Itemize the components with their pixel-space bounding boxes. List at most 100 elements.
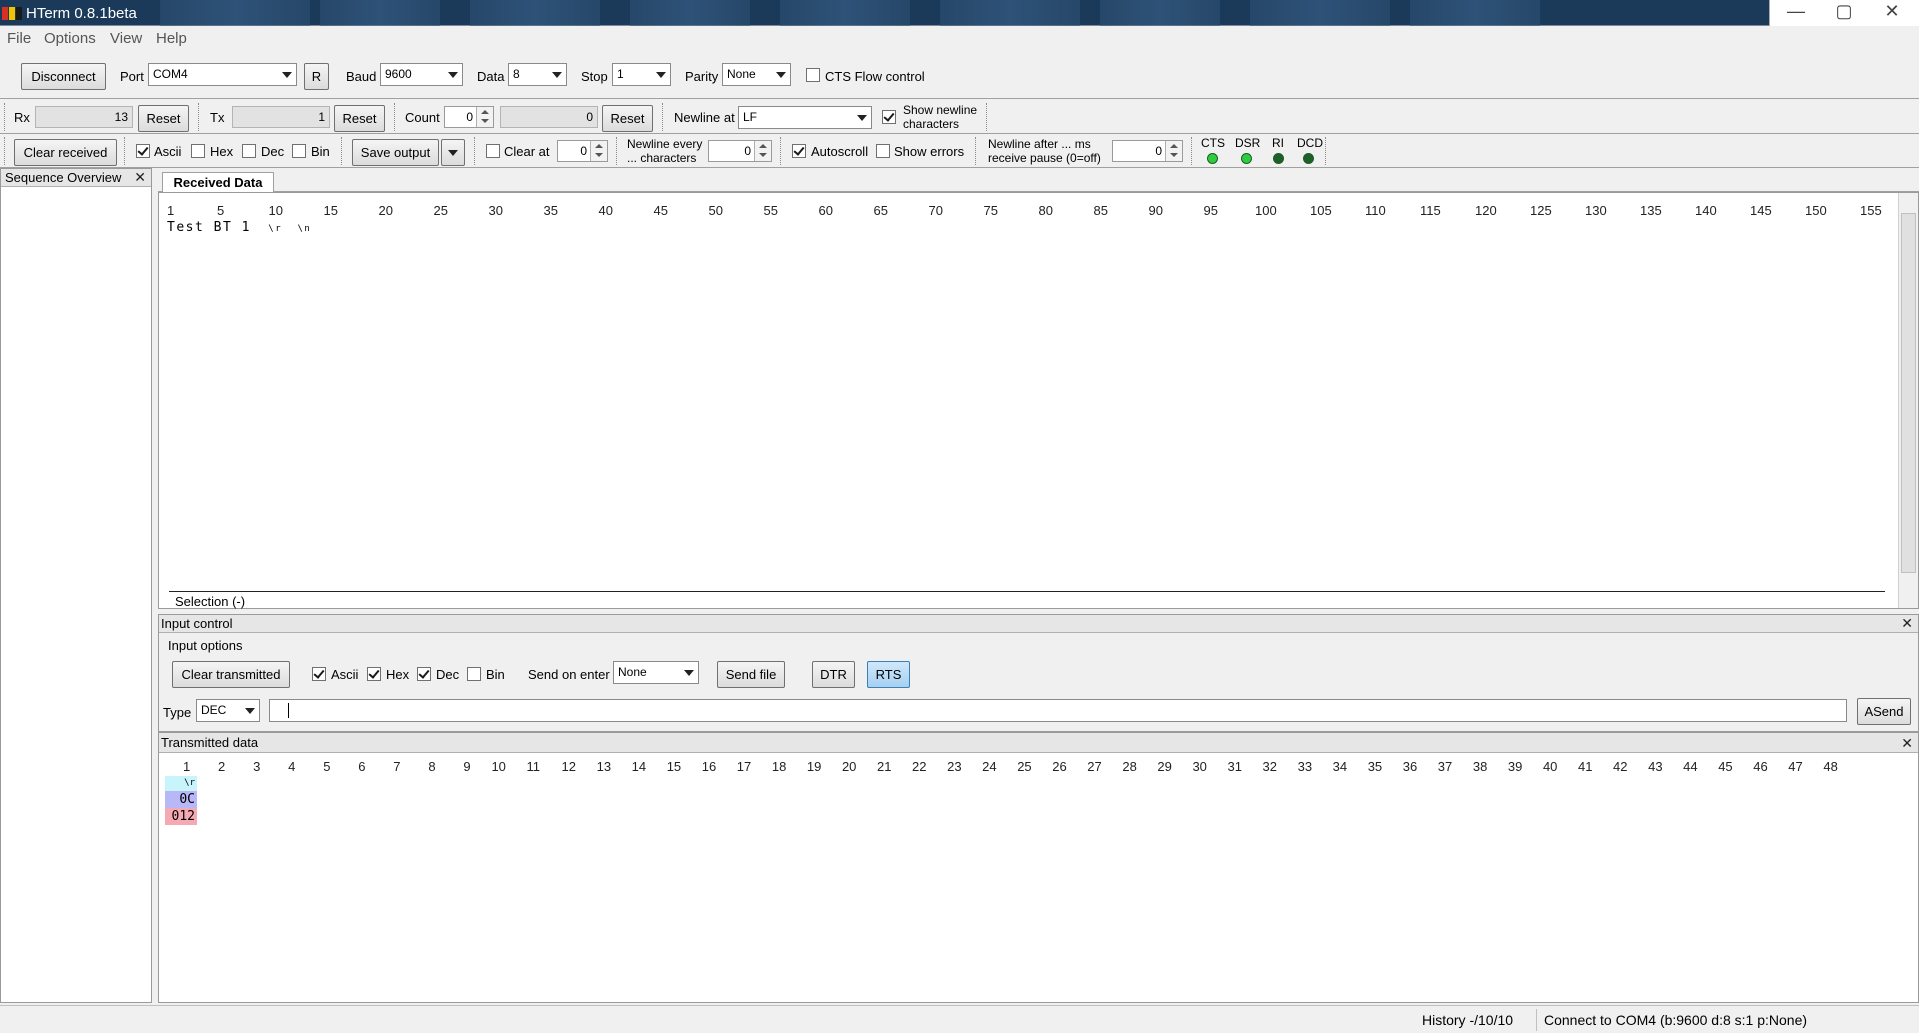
port-select[interactable]: COM4 (148, 63, 297, 86)
parity-value: None (727, 67, 756, 81)
close-icon[interactable]: ✕ (1901, 615, 1913, 632)
dsr-led-icon (1241, 153, 1252, 164)
send-on-enter-label: Send on enter (528, 667, 610, 682)
ruler-tick-label: 43 (1648, 759, 1663, 774)
newline-at-value: LF (743, 110, 758, 124)
send-input[interactable] (269, 699, 1847, 722)
show-newline-label-line2: characters (903, 117, 960, 131)
tx-hex-label: Hex (386, 667, 410, 682)
ruler-tick-label: 48 (1823, 759, 1838, 774)
rx-ascii-checkbox[interactable] (136, 144, 150, 158)
tx-bin-checkbox[interactable] (467, 667, 481, 681)
minimize-button[interactable]: — (1772, 0, 1820, 24)
ruler-tick-label: 100 (1255, 203, 1277, 218)
ruler-tick-label: 11 (526, 759, 541, 774)
cts-flow-checkbox[interactable] (806, 68, 820, 82)
chevron-down-icon (776, 72, 786, 78)
newline-after-spinner[interactable]: 0 (1112, 140, 1183, 162)
ruler-tick-label: 85 (1093, 203, 1108, 218)
window-controls: — ▢ ✕ (1769, 0, 1919, 26)
count-reset-button[interactable]: Reset (602, 105, 653, 132)
show-errors-checkbox[interactable] (876, 144, 890, 158)
save-output-menu-button[interactable] (441, 139, 465, 166)
input-control-header: Input control (159, 615, 1918, 633)
clear-at-checkbox[interactable] (486, 144, 500, 158)
disconnect-button[interactable]: Disconnect (21, 63, 106, 90)
rts-button[interactable]: RTS (867, 661, 910, 688)
asend-button[interactable]: ASend (1857, 698, 1911, 725)
close-button[interactable]: ✕ (1868, 0, 1916, 24)
autoscroll-checkbox[interactable] (792, 144, 806, 158)
received-content: Test BT 1 (167, 220, 251, 235)
close-icon[interactable]: ✕ (1901, 735, 1913, 752)
baud-select[interactable]: 9600 (380, 63, 463, 86)
ruler-tick-label: 19 (806, 759, 822, 774)
dcd-led-label: DCD (1297, 136, 1323, 150)
show-newline-label-line1: Show newline (903, 103, 978, 117)
toolbar-separator (780, 137, 783, 165)
ruler-tick-label: 24 (982, 759, 997, 774)
close-icon[interactable]: ✕ (134, 169, 146, 186)
save-output-button[interactable]: Save output (352, 139, 439, 166)
refresh-ports-button[interactable]: R (304, 63, 329, 90)
ruler-tick-label: 120 (1475, 203, 1497, 218)
input-control-panel: Input control ✕ Input options Clear tran… (158, 614, 1919, 732)
ruler-tick-label: 6 (358, 759, 366, 774)
menu-view[interactable]: View (110, 30, 142, 47)
newline-at-select[interactable]: LF (738, 106, 872, 129)
scrollbar-thumb[interactable] (1901, 213, 1916, 573)
clear-received-button[interactable]: Clear received (14, 139, 117, 166)
status-divider (1536, 1009, 1537, 1031)
ruler-tick-label: 10 (491, 759, 506, 774)
spinner-arrows-icon[interactable] (590, 141, 607, 161)
rx-hex-checkbox[interactable] (191, 144, 205, 158)
rx-bin-checkbox[interactable] (292, 144, 306, 158)
show-newline-checkbox[interactable] (882, 110, 896, 124)
newline-every-spinner[interactable]: 0 (708, 140, 772, 162)
type-select[interactable]: DEC (196, 699, 260, 722)
rx-dec-checkbox[interactable] (242, 144, 256, 158)
clear-transmitted-button[interactable]: Clear transmitted (172, 661, 290, 688)
toolbar-separator (341, 137, 344, 165)
tx-reset-button[interactable]: Reset (334, 105, 385, 132)
data-bits-select[interactable]: 8 (508, 63, 567, 86)
send-on-enter-select[interactable]: None (613, 661, 699, 684)
stop-bits-select[interactable]: 1 (612, 63, 671, 86)
received-scrollbar[interactable] (1898, 193, 1918, 608)
newline-every-label-line1: Newline every (627, 137, 703, 151)
ruler-tick-label: 14 (631, 759, 647, 774)
received-text[interactable]: Test BT 1 \r \n (167, 220, 311, 235)
rx-label: Rx (14, 110, 30, 125)
stop-bits-label: Stop (581, 69, 608, 84)
send-file-button[interactable]: Send file (717, 661, 785, 688)
tx-hex-checkbox[interactable] (367, 667, 381, 681)
restore-button[interactable]: ▢ (1820, 0, 1868, 24)
chevron-down-icon (656, 72, 666, 78)
toolbar-separator (616, 137, 619, 165)
cts-led-label: CTS (1201, 136, 1225, 150)
tx-ascii-checkbox[interactable] (312, 667, 326, 681)
type-label: Type (163, 705, 192, 720)
spinner-arrows-icon[interactable] (754, 141, 771, 161)
spinner-arrows-icon[interactable] (1165, 141, 1182, 161)
ruler-tick-label: 3 (253, 759, 261, 774)
toolbar-separator (1325, 137, 1328, 165)
tab-received-data[interactable]: Received Data (162, 172, 274, 193)
window-title: HTerm 0.8.1beta (26, 5, 137, 22)
parity-select[interactable]: None (722, 63, 791, 86)
tx-hex-cell: 0C (165, 791, 197, 808)
menu-file[interactable]: File (7, 30, 31, 47)
ruler-tick-label: 21 (877, 759, 892, 774)
count-spinner[interactable]: 0 (444, 106, 494, 128)
spinner-arrows-icon[interactable] (476, 107, 493, 127)
menu-options[interactable]: Options (44, 30, 96, 47)
rx-reset-button[interactable]: Reset (138, 105, 189, 132)
toolbar-separator (124, 137, 127, 165)
tx-dec-checkbox[interactable] (417, 667, 431, 681)
menu-help[interactable]: Help (156, 30, 187, 47)
ruler-tick-label: 75 (983, 203, 998, 218)
clear-at-spinner[interactable]: 0 (557, 140, 608, 162)
chevron-down-icon (552, 72, 562, 78)
data-bits-value: 8 (513, 67, 520, 81)
dtr-button[interactable]: DTR (812, 661, 855, 688)
